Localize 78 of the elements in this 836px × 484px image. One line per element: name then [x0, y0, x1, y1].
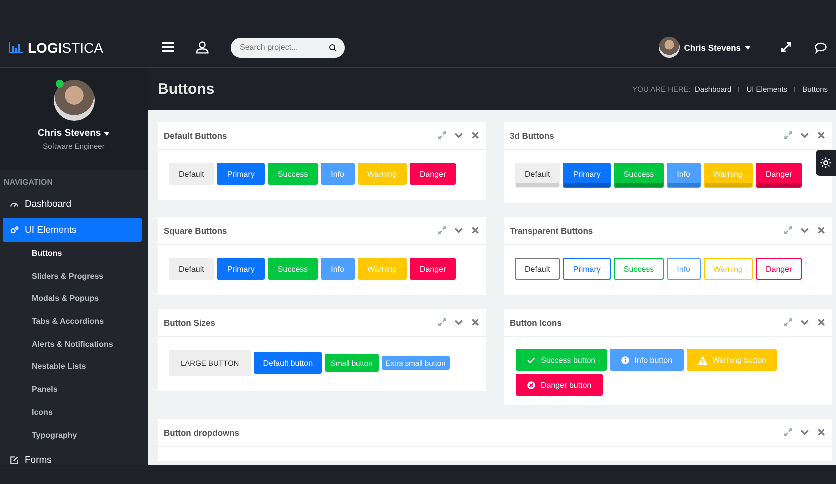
close-icon[interactable] — [817, 226, 826, 235]
info-icon — [620, 356, 630, 364]
nav-subitem[interactable]: Nestable Lists — [0, 356, 148, 380]
profile-name[interactable]: Chris Stevens — [32, 127, 116, 140]
close-circle-icon — [527, 380, 536, 390]
panel-title: Transparent Buttons — [510, 226, 594, 236]
chevron-down-icon[interactable] — [800, 131, 810, 140]
chevron-down-icon[interactable] — [454, 226, 464, 235]
search-icon[interactable] — [329, 44, 337, 52]
check-icon — [527, 356, 536, 364]
nav-subitem[interactable]: Icons — [0, 402, 148, 424]
nav-subitem[interactable]: Typography — [0, 424, 148, 448]
panel-title: Square Buttons — [164, 226, 228, 236]
nav-heading: NAVIGATION — [3, 177, 54, 189]
demo-button[interactable]: Default — [169, 163, 214, 185]
bar-chart-icon — [9, 42, 23, 53]
warning-icon — [698, 356, 708, 364]
panel-title: Button Icons — [510, 318, 562, 328]
demo-button[interactable]: Info — [667, 258, 700, 280]
demo-button[interactable]: Danger button — [516, 374, 603, 396]
demo-button[interactable]: Success button — [516, 349, 607, 371]
nav-item[interactable]: Dashboard — [3, 192, 142, 216]
demo-button[interactable]: Default — [169, 258, 214, 280]
nav-subitem[interactable]: Modals & Popups — [0, 288, 148, 312]
chevron-down-icon[interactable] — [800, 428, 810, 437]
user-icon[interactable] — [196, 41, 209, 54]
demo-button[interactable]: Success — [614, 258, 664, 280]
panel-title: Default Buttons — [164, 130, 228, 140]
panel-title: 3d Buttons — [510, 130, 554, 140]
demo-button[interactable]: Danger — [410, 258, 456, 280]
demo-button[interactable]: Danger — [756, 258, 802, 280]
caret-icon — [104, 132, 110, 136]
nav-subitem[interactable]: Alerts & Notifications — [0, 334, 148, 356]
nav-subitem[interactable]: Sliders & Progress — [0, 266, 148, 288]
demo-button[interactable]: Default button — [254, 352, 322, 374]
demo-button[interactable]: Success — [268, 258, 318, 280]
avatar — [659, 37, 680, 58]
chevron-down-icon[interactable] — [454, 131, 464, 140]
avatar — [54, 80, 94, 121]
nav-subitem[interactable]: Tabs & Accordions — [0, 311, 148, 334]
demo-button[interactable]: Info — [667, 163, 700, 188]
close-icon[interactable] — [471, 226, 480, 235]
demo-button[interactable]: Primary — [563, 163, 611, 188]
close-icon[interactable] — [817, 318, 826, 327]
caret-icon — [745, 46, 751, 50]
demo-button[interactable]: Danger — [410, 163, 456, 185]
chevron-down-icon[interactable] — [800, 226, 810, 235]
panel-title: Button Sizes — [164, 318, 216, 328]
brand-logo: LOGISTICA — [28, 40, 104, 56]
edit-icon — [10, 456, 19, 465]
menu-icon[interactable] — [162, 42, 174, 53]
chevron-down-icon[interactable] — [454, 318, 464, 327]
close-icon[interactable] — [471, 131, 480, 140]
close-icon[interactable] — [817, 131, 826, 140]
demo-button[interactable]: Success — [268, 163, 318, 185]
demo-button[interactable]: Danger — [756, 163, 802, 188]
user-menu[interactable]: Chris Stevens — [653, 36, 757, 59]
demo-button[interactable]: Primary — [217, 258, 265, 280]
demo-button[interactable]: Default — [515, 163, 560, 188]
nav-subitem[interactable]: Panels — [0, 379, 148, 402]
demo-button[interactable]: Info — [321, 163, 354, 185]
settings-icon[interactable] — [816, 150, 836, 176]
nav-item[interactable]: UI Elements — [3, 218, 142, 242]
page-title: Buttons — [158, 80, 215, 98]
demo-button[interactable]: Success — [614, 163, 664, 188]
close-icon[interactable] — [817, 428, 826, 437]
demo-button[interactable]: Info — [321, 258, 354, 280]
search-field[interactable]: Search project... — [231, 38, 345, 58]
demo-button[interactable]: Default — [515, 258, 560, 280]
demo-button[interactable]: Info button — [610, 349, 684, 371]
panel-title: Button dropdowns — [164, 428, 240, 438]
chevron-down-icon[interactable] — [800, 318, 810, 327]
nav-item[interactable]: Forms — [3, 448, 142, 465]
nav-subitem[interactable]: Buttons — [0, 243, 148, 266]
chat-bubble-icon[interactable] — [815, 42, 827, 54]
demo-button[interactable]: Primary — [563, 258, 611, 280]
close-icon[interactable] — [471, 318, 480, 327]
demo-button[interactable]: Primary — [217, 163, 265, 185]
